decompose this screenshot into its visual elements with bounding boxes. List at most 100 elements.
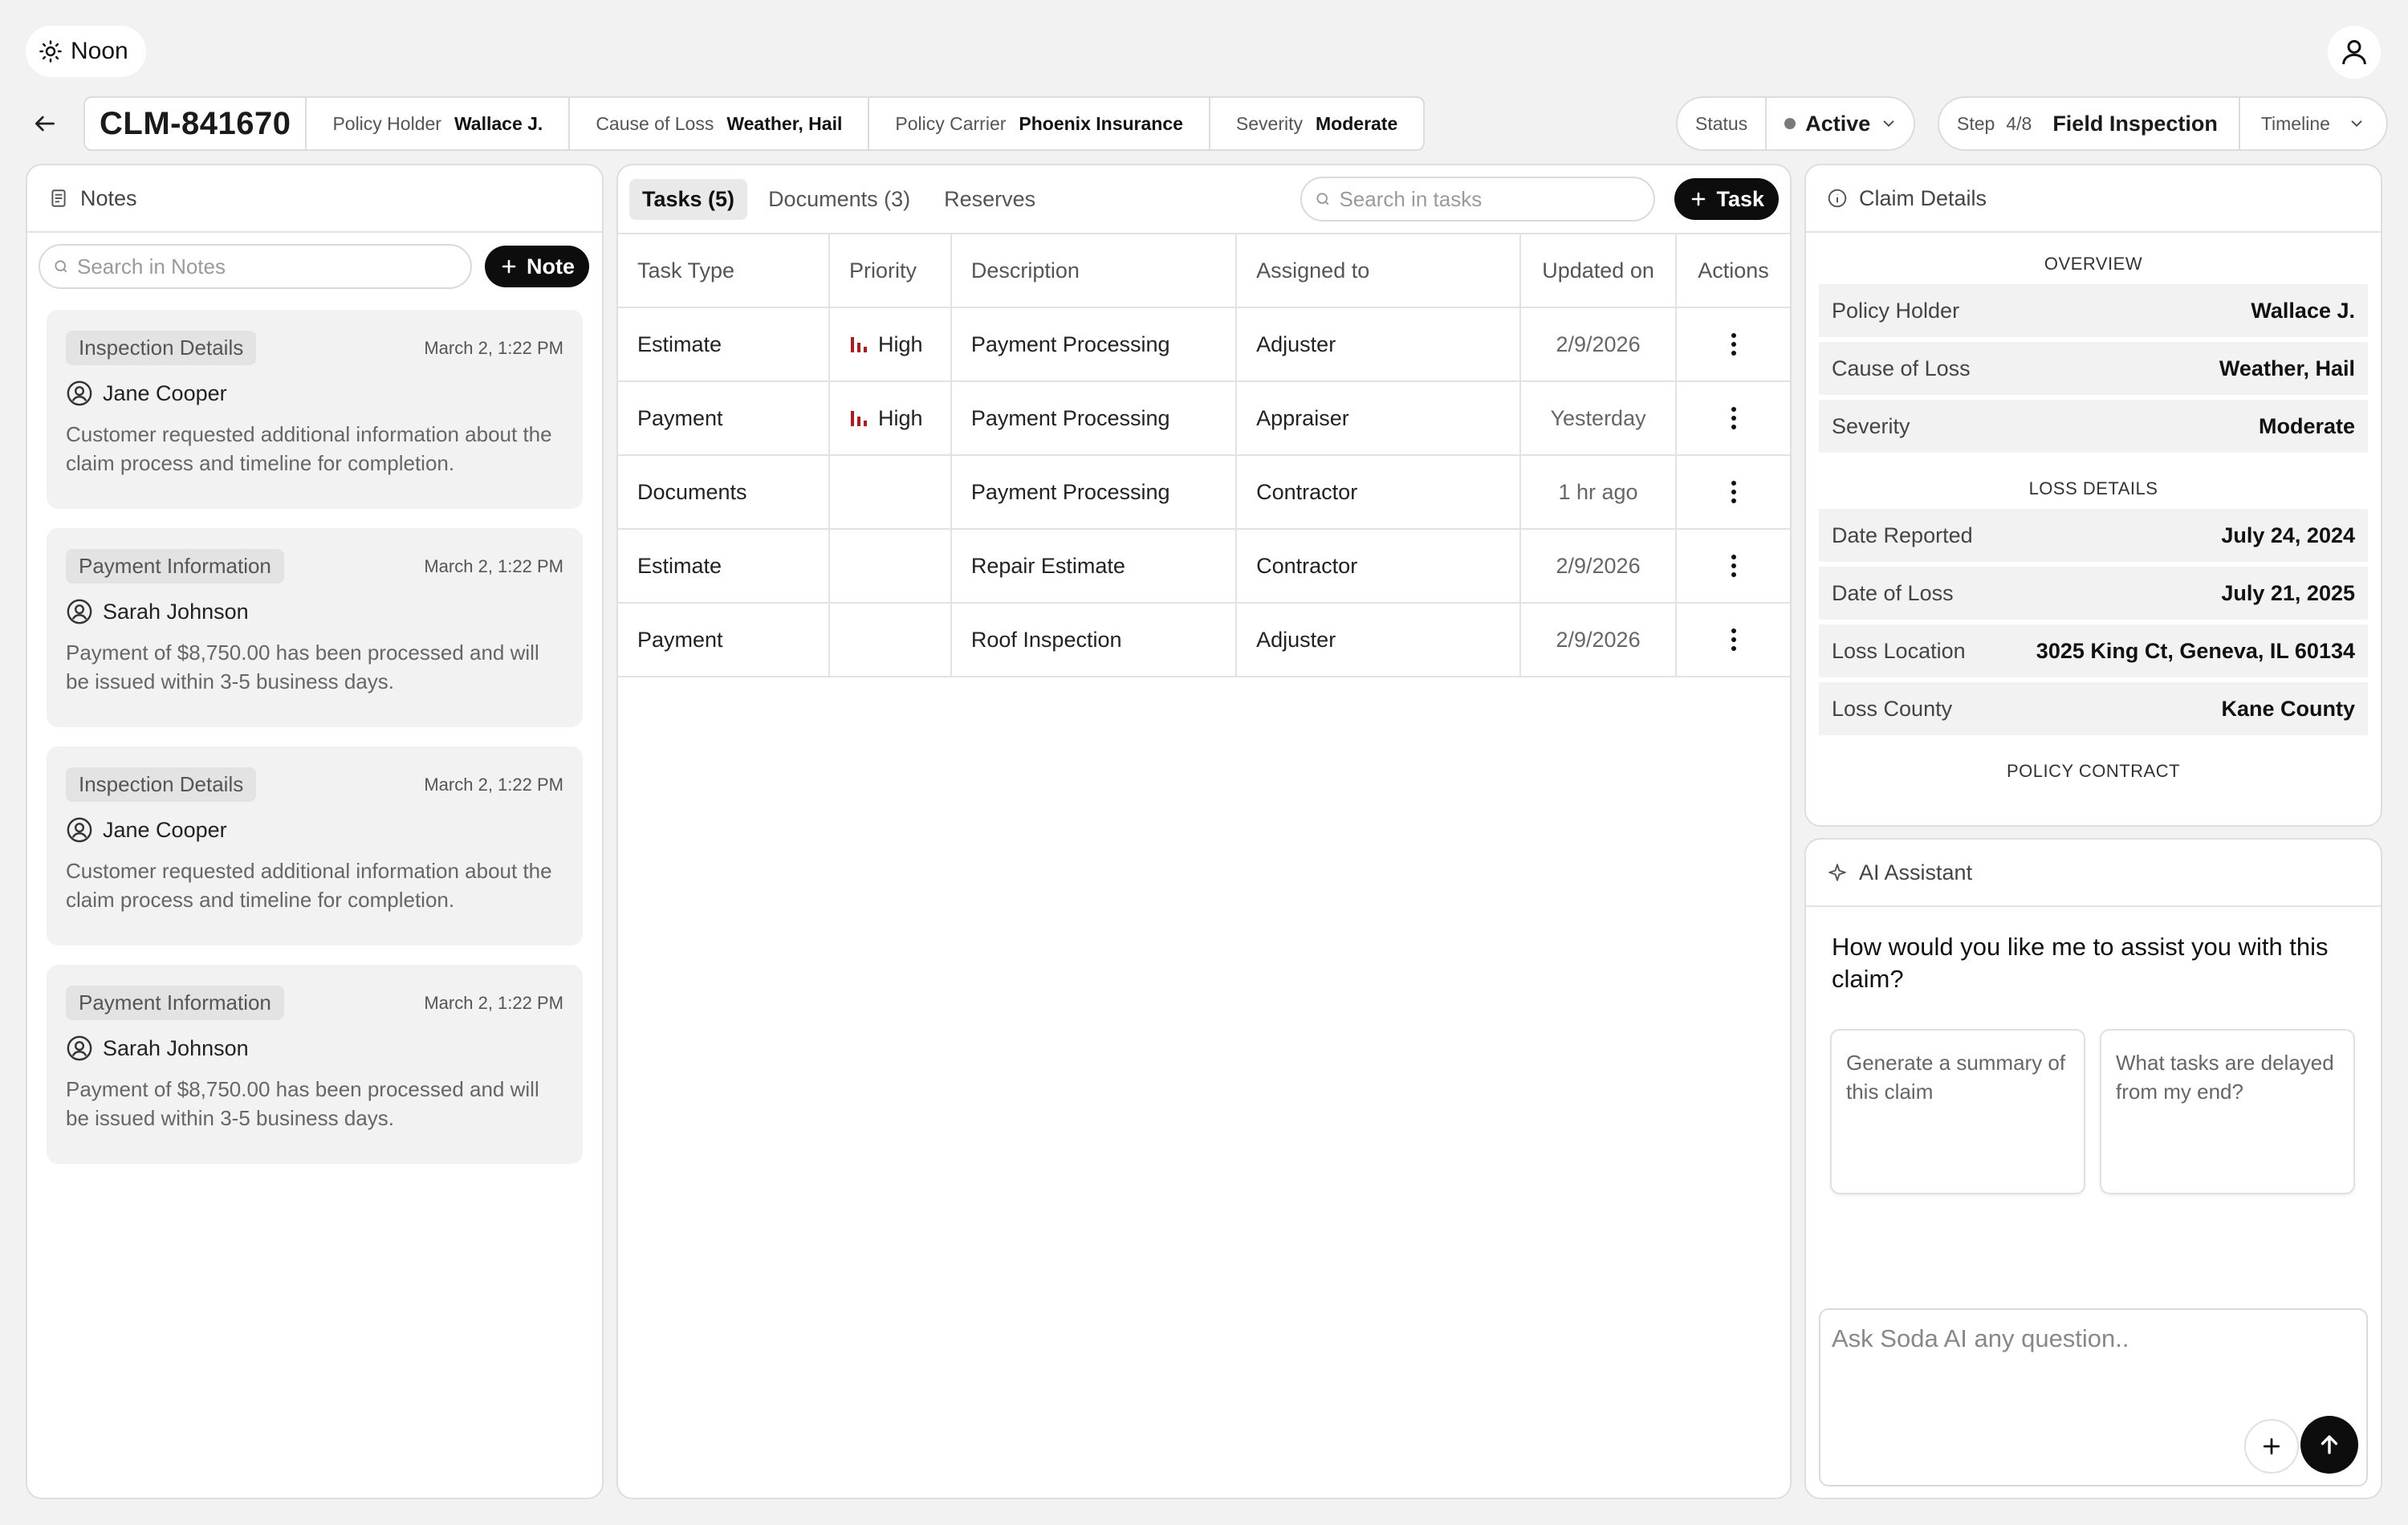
back-button[interactable] xyxy=(29,108,61,140)
task-assignee: Contractor xyxy=(1236,529,1522,604)
field-value: Moderate xyxy=(1316,112,1398,134)
table-row[interactable]: Payment High Payment Processing Appraise… xyxy=(618,381,1790,456)
field-label: Severity xyxy=(1235,112,1304,134)
field-value: Phoenix Insurance xyxy=(1019,112,1183,134)
send-button[interactable] xyxy=(2300,1416,2358,1474)
note-author: Sarah Johnson xyxy=(103,599,249,624)
note-tag: Payment Information xyxy=(66,549,284,584)
note-card[interactable]: Payment Information March 2, 1:22 PM Sar… xyxy=(47,528,583,727)
status-selector[interactable]: Status Active xyxy=(1676,96,1916,151)
add-note-button[interactable]: Note xyxy=(485,246,589,287)
task-assignee: Contractor xyxy=(1236,455,1522,530)
ai-assistant-title: AI Assistant xyxy=(1859,860,1973,885)
priority-cell: High xyxy=(849,406,931,431)
chevron-down-icon xyxy=(2348,115,2365,132)
user-icon xyxy=(2338,36,2370,68)
step-count: 4/8 xyxy=(2006,112,2032,134)
claim-id: CLM-841670 xyxy=(85,98,307,149)
detail-label: Policy Holder xyxy=(1832,298,1960,323)
priority-cell xyxy=(829,603,952,677)
loss-details-section-title: LOSS DETAILS xyxy=(2028,478,2158,498)
priority-cell xyxy=(829,455,952,530)
note-card[interactable]: Inspection Details March 2, 1:22 PM Jane… xyxy=(47,310,583,509)
detail-value: Moderate xyxy=(2258,413,2355,438)
arrow-left-icon xyxy=(32,111,58,136)
timeline-dropdown[interactable]: Timeline xyxy=(2240,98,2386,149)
priority-cell xyxy=(829,529,952,604)
status-dropdown[interactable]: Active xyxy=(1767,98,1914,149)
detail-label: Date Reported xyxy=(1832,523,1973,547)
current-step[interactable]: Step 4/8 Field Inspection xyxy=(1939,98,2240,149)
more-actions-icon[interactable] xyxy=(1696,628,1771,651)
tab-reserves[interactable]: Reserves xyxy=(931,179,1048,220)
app-logo[interactable]: Noon xyxy=(26,26,146,77)
more-actions-icon[interactable] xyxy=(1696,481,1771,503)
column-header-updated-on[interactable]: Updated on xyxy=(1520,233,1678,308)
note-date: March 2, 1:22 PM xyxy=(424,992,563,1013)
priority-bars-icon xyxy=(849,409,870,428)
app-name: Noon xyxy=(71,38,128,64)
tasks-table: Task Type Priority Description Assigned … xyxy=(618,233,1790,677)
detail-label: Loss Location xyxy=(1832,638,1966,663)
tab-tasks[interactable]: Tasks (5) xyxy=(629,178,748,220)
user-circle-icon xyxy=(66,816,93,844)
table-row[interactable]: Estimate Repair Estimate Contractor 2/9/… xyxy=(618,529,1790,604)
attach-button[interactable] xyxy=(2244,1419,2299,1474)
ai-input-placeholder: Ask Soda AI any question.. xyxy=(1832,1324,2129,1352)
field-label: Policy Carrier xyxy=(895,112,1007,134)
task-assignee: Adjuster xyxy=(1236,603,1522,677)
note-card[interactable]: Payment Information March 2, 1:22 PM Sar… xyxy=(47,965,583,1164)
task-description: Repair Estimate xyxy=(950,529,1238,604)
detail-label: Date of Loss xyxy=(1832,580,1954,605)
note-date: March 2, 1:22 PM xyxy=(424,555,563,576)
timeline-label: Timeline xyxy=(2260,112,2330,134)
suggestion-card[interactable]: Generate a summary of this claim xyxy=(1830,1029,2085,1194)
note-author: Jane Cooper xyxy=(103,380,227,405)
user-circle-icon xyxy=(66,1035,93,1062)
more-actions-icon[interactable] xyxy=(1696,407,1771,429)
column-header-task-type[interactable]: Task Type xyxy=(618,233,831,308)
notes-search-input[interactable]: Search in Notes xyxy=(39,244,472,289)
detail-value: July 24, 2024 xyxy=(2221,523,2355,547)
note-body: Customer requested additional informatio… xyxy=(66,422,552,475)
note-card[interactable]: Inspection Details March 2, 1:22 PM Jane… xyxy=(47,746,583,946)
detail-value: Wallace J. xyxy=(2251,298,2355,323)
tasks-search-input[interactable]: Search in tasks xyxy=(1300,177,1656,222)
claim-field-severity: Severity Moderate xyxy=(1210,98,1423,149)
ai-question-input[interactable]: Ask Soda AI any question.. xyxy=(1819,1308,2368,1486)
detail-row-loss-location: Loss Location 3025 King Ct, Geneva, IL 6… xyxy=(1819,624,2368,677)
note-tag: Inspection Details xyxy=(66,331,257,365)
notes-title: Notes xyxy=(80,185,137,210)
table-row[interactable]: Payment Roof Inspection Adjuster 2/9/202… xyxy=(618,603,1790,677)
column-header-assigned-to[interactable]: Assigned to xyxy=(1236,233,1522,308)
priority-label: High xyxy=(878,405,923,430)
add-task-button[interactable]: Task xyxy=(1674,178,1779,220)
table-row[interactable]: Estimate High Payment Processing Adjuste… xyxy=(618,307,1790,382)
priority-label: High xyxy=(878,331,923,356)
overview-section-title: OVERVIEW xyxy=(2044,254,2143,274)
user-profile-button[interactable] xyxy=(2328,26,2381,79)
table-header-row: Task Type Priority Description Assigned … xyxy=(618,233,1790,308)
suggestion-card[interactable]: What tasks are delayed from my end? xyxy=(2100,1029,2355,1194)
add-note-label: Note xyxy=(527,254,575,279)
table-row[interactable]: Documents Payment Processing Contractor … xyxy=(618,455,1790,530)
status-dot xyxy=(1784,118,1796,129)
more-actions-icon[interactable] xyxy=(1696,333,1771,356)
sun-icon xyxy=(39,39,63,63)
task-description: Payment Processing xyxy=(950,307,1238,382)
column-header-priority[interactable]: Priority xyxy=(829,233,952,308)
more-actions-icon[interactable] xyxy=(1696,555,1771,577)
note-author: Jane Cooper xyxy=(103,817,227,842)
info-icon xyxy=(1827,188,1848,209)
note-date: March 2, 1:22 PM xyxy=(424,337,563,358)
tab-documents[interactable]: Documents (3) xyxy=(755,179,923,220)
task-updated: 2/9/2026 xyxy=(1520,603,1678,677)
note-tag: Payment Information xyxy=(66,986,284,1020)
column-header-description[interactable]: Description xyxy=(950,233,1238,308)
chevron-down-icon xyxy=(1880,115,1898,132)
workflow-step-bar[interactable]: Step 4/8 Field Inspection Timeline xyxy=(1938,96,2388,151)
status-value: Active xyxy=(1805,111,1871,136)
task-type: Estimate xyxy=(618,529,831,604)
task-updated: 2/9/2026 xyxy=(1520,307,1678,382)
plus-icon xyxy=(499,257,519,276)
